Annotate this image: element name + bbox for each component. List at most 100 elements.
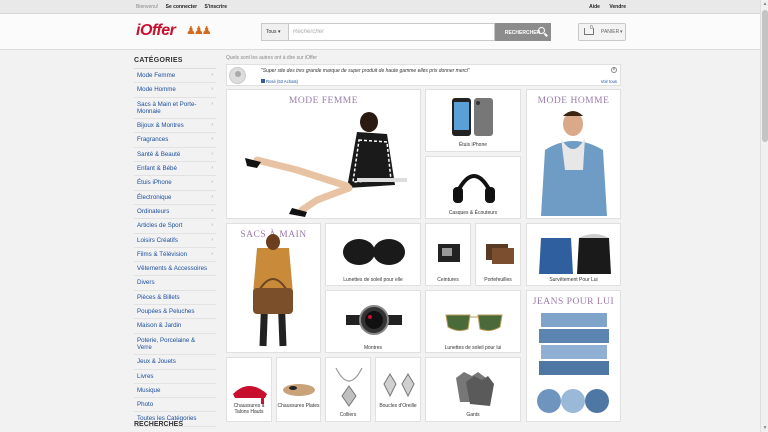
sidebar-item-fragrances[interactable]: Fragrances › — [134, 133, 216, 148]
logo-text: iOffer — [136, 22, 176, 39]
searches-title: RECHERCHES — [134, 421, 184, 428]
tile-caption: Chaussures Plates — [277, 403, 320, 409]
scroll-down-icon[interactable]: ▼ — [762, 424, 768, 432]
search-input[interactable] — [289, 23, 495, 41]
sunglasses-men-image — [445, 314, 503, 332]
chevron-right-icon: › — [211, 193, 213, 200]
sidebar-item-sacs[interactable]: Sacs à Main et Porte-Monnaie › — [134, 98, 216, 120]
chevron-right-icon: › — [211, 250, 213, 257]
chevron-right-icon: › — [211, 136, 213, 143]
tile-caption: Boucles d'Oreille — [379, 403, 417, 409]
site-header: iOffer ♟♟♟ Tous ▾ RECHERCHER 0 PANIER ▾ — [0, 14, 760, 50]
tile-portefeuilles[interactable]: Portefeuilles — [475, 223, 521, 286]
watch-image — [346, 305, 402, 335]
sidebar-item-loisirs[interactable]: Loisirs Créatifs › — [134, 234, 216, 248]
testimonial-box: "Super site des tres grande marque de su… — [226, 64, 621, 86]
tile-caption: Étuis iPhone — [458, 142, 488, 148]
search-scope-select[interactable]: Tous ▾ — [261, 23, 289, 41]
sidebar-item-electronique[interactable]: Électronique › — [134, 191, 216, 205]
sidebar-item-sport[interactable]: Articles de Sport › — [134, 219, 216, 234]
sidebar-item-vetements[interactable]: Vêtements & Accessoires — [134, 262, 216, 277]
chevron-right-icon: › — [211, 122, 213, 129]
tile-boucles[interactable]: Boucles d'Oreille — [375, 357, 421, 422]
avatar — [229, 67, 246, 84]
tile-gants[interactable]: Gants — [425, 357, 521, 422]
testimonial-author[interactable]: Rosé (53 Achats) — [261, 79, 298, 84]
tile-caption: Colliers — [339, 412, 357, 418]
chevron-right-icon: › — [211, 207, 213, 214]
tile-mode-homme[interactable]: MODE HOMME — [526, 89, 621, 219]
sidebar-item-divers[interactable]: Divers — [134, 276, 216, 291]
chevron-right-icon: › — [211, 179, 213, 186]
login-link[interactable]: Se connecter — [166, 4, 197, 10]
tile-casques[interactable]: Casques & Écouteurs — [425, 156, 521, 219]
tile-chaussures-talons[interactable]: Chaussures à Talons Hauts — [226, 357, 272, 422]
chevron-right-icon: › — [211, 72, 213, 78]
category-sidebar: CATÉGORIES Mode Femme › Mode Homme › Sacs … — [134, 54, 216, 428]
sidebar-item-poupees[interactable]: Poupées & Peluches — [134, 305, 216, 320]
tile-colliers[interactable]: Colliers — [325, 357, 371, 422]
help-link[interactable]: Aide — [589, 4, 600, 10]
sidebar-item-films[interactable]: Films & Télévision › — [134, 248, 216, 263]
man-model-image — [541, 111, 607, 216]
search-button[interactable]: RECHERCHER — [495, 23, 551, 41]
chevron-right-icon: › — [211, 150, 213, 157]
tile-caption: Casques & Écouteurs — [448, 210, 498, 216]
people-icon: ♟♟♟ — [186, 25, 212, 37]
tile-montres[interactable]: Montres — [325, 290, 421, 353]
tile-caption: Chaussures à Talons Hauts — [233, 403, 265, 415]
chevron-right-icon: › — [211, 236, 213, 243]
page-scrollbar[interactable]: ▲ ▼ — [760, 0, 768, 432]
search-bar: Tous ▾ RECHERCHER — [261, 23, 551, 41]
testimonial-quote: "Super site des tres grande marque de su… — [261, 68, 470, 74]
cart-button[interactable]: 0 PANIER ▾ — [578, 23, 626, 41]
sidebar-item-jeux[interactable]: Jeux & Jouets — [134, 355, 216, 370]
ioffer-logo[interactable]: iOffer ♟♟♟ — [136, 22, 212, 42]
sidebar-item-etuis-iphone[interactable]: Étuis iPhone › — [134, 176, 216, 191]
tile-mode-femme[interactable]: MODE FEMME — [226, 89, 421, 219]
chevron-down-icon: ▾ — [277, 29, 281, 35]
sidebar-item-sante[interactable]: Santé & Beauté › — [134, 148, 216, 163]
sidebar-item-livres[interactable]: Livres — [134, 370, 216, 384]
tile-jeans-lui[interactable]: JEANS POUR LUI — [526, 290, 621, 422]
categories-title: CATÉGORIES — [134, 57, 183, 64]
testimonial-heading: Quels sont les autres ont à dire sur iOf… — [226, 55, 318, 61]
chevron-down-icon: ▾ — [620, 29, 623, 35]
see-all-link[interactable]: Voir tous — [601, 79, 617, 84]
scrollbar-thumb[interactable] — [762, 10, 768, 142]
tile-survetement[interactable]: Survêtement Pour Lui — [526, 223, 621, 286]
sidebar-item-musique[interactable]: Musique — [134, 384, 216, 399]
sidebar-item-mode-homme[interactable]: Mode Homme › — [134, 83, 216, 98]
sidebar-item-mode-femme[interactable]: Mode Femme › — [134, 69, 216, 84]
search-icon — [538, 27, 545, 34]
tile-caption: Survêtement Pour Lui — [549, 277, 598, 283]
cart-count: 0 — [590, 25, 593, 31]
tile-chaussures-plates[interactable]: Chaussures Plates — [276, 357, 321, 422]
sidebar-item-poterie[interactable]: Poterie, Porcelaine & Verre — [134, 334, 216, 356]
sidebar-item-photo[interactable]: Photo — [134, 398, 216, 413]
tile-lunettes-elle[interactable]: Lunettes de soleil pour elle — [325, 223, 421, 286]
flat-shoes-image — [283, 384, 315, 396]
close-icon[interactable]: × — [611, 67, 617, 73]
tile-caption: Portefeuilles — [484, 277, 512, 283]
signup-link[interactable]: S'inscrire — [204, 4, 227, 10]
sidebar-item-enfant[interactable]: Enfant & Bébé › — [134, 162, 216, 177]
sell-link[interactable]: Vendre — [609, 4, 626, 10]
sidebar-item-bijoux[interactable]: Bijoux & Montres › — [134, 119, 216, 134]
tile-lunettes-lui[interactable]: Lunettes de soleil pour lui — [425, 290, 521, 353]
top-bar: Bienvenu! Se connecter S'inscrire Aide V… — [0, 0, 760, 14]
chevron-right-icon: › — [211, 86, 213, 93]
woman-model-image — [245, 112, 407, 217]
chevron-right-icon: › — [211, 222, 213, 229]
tile-sacs-main[interactable]: SACS À MAIN — [226, 223, 321, 353]
sidebar-item-pieces[interactable]: Pièces & Billets — [134, 291, 216, 306]
sidebar-item-maison[interactable]: Maison & Jardin — [134, 319, 216, 334]
scroll-up-icon[interactable]: ▲ — [762, 0, 768, 8]
welcome-text: Bienvenu! — [136, 4, 159, 10]
earrings-image — [383, 373, 415, 398]
sidebar-item-ordinateurs[interactable]: Ordinateurs › — [134, 205, 216, 220]
tile-etuis-iphone[interactable]: Étuis iPhone — [425, 89, 521, 152]
tile-ceintures[interactable]: Ceintures — [425, 223, 471, 286]
tile-caption: Lunettes de soleil pour elle — [343, 277, 403, 283]
category-list: Mode Femme › Mode Homme › Sacs à Main et P… — [134, 68, 216, 427]
